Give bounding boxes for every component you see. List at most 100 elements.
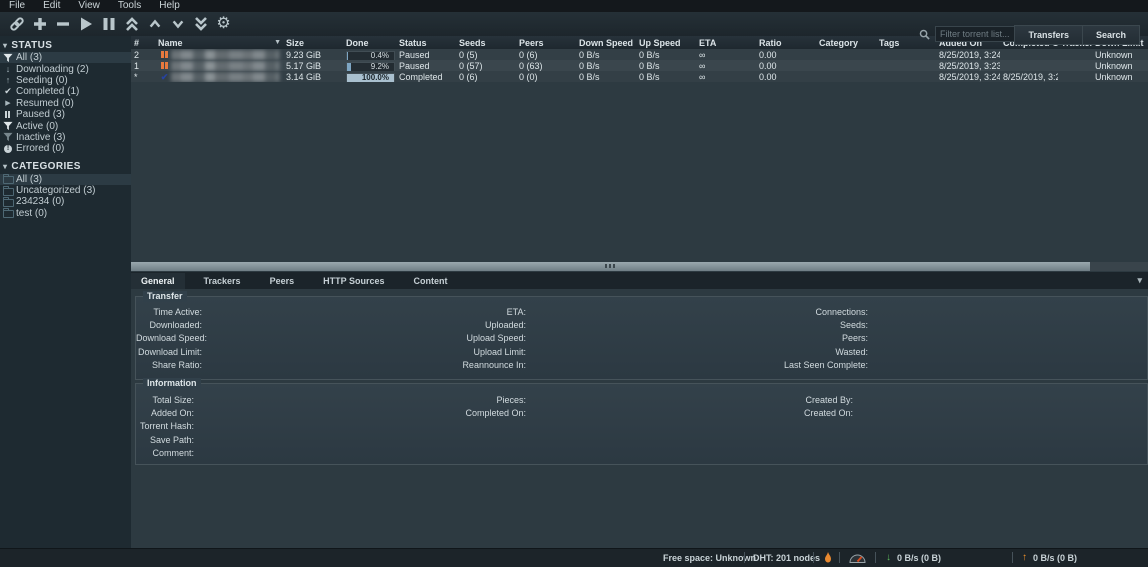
sidebar-item-resumed[interactable]: ▶ Resumed (0) <box>0 98 131 109</box>
col-status[interactable]: Status <box>396 36 456 49</box>
sidebar-item-all-status[interactable]: All (3) <box>0 52 131 63</box>
menu-file[interactable]: File <box>0 0 34 12</box>
delete-torrent-icon[interactable] <box>51 13 74 35</box>
add-torrent-file-icon[interactable] <box>28 13 51 35</box>
collapse-triangle-icon: ▾ <box>3 162 7 171</box>
col-peers[interactable]: Peers <box>516 36 576 49</box>
pause-icon[interactable] <box>97 13 120 35</box>
splitter-grip-icon <box>605 264 617 268</box>
menu-view[interactable]: View <box>69 0 109 12</box>
sidebar-item-active[interactable]: Active (0) <box>0 120 131 131</box>
collapse-triangle-icon: ▾ <box>3 41 7 50</box>
col-size[interactable]: Size <box>283 36 343 49</box>
detail-tab-http-sources[interactable]: HTTP Sources <box>313 273 394 289</box>
paused-state-icon <box>158 62 171 69</box>
folder-icon <box>2 174 14 184</box>
sidebar-item-completed[interactable]: ✔ Completed (1) <box>0 86 131 97</box>
folder-icon <box>2 197 14 207</box>
chevron-down-icon[interactable]: ▾ <box>1137 275 1142 286</box>
progress-bar: 100.0% <box>346 73 395 82</box>
sidebar-category-uncategorized[interactable]: Uncategorized (3) <box>0 185 131 196</box>
transfer-groupbox: Transfer Time Active: Downloaded: Downlo… <box>135 296 1148 380</box>
sidebar-category-234234[interactable]: 234234 (0) <box>0 196 131 207</box>
information-labels-col3: Created By: Created On: <box>721 394 853 420</box>
col-ratio[interactable]: Ratio <box>756 36 816 49</box>
col-name[interactable]: Name▼ <box>155 36 283 49</box>
sidebar-category-all[interactable]: All (3) <box>0 174 131 185</box>
detail-tab-peers[interactable]: Peers <box>260 273 305 289</box>
queue-move-up-icon[interactable] <box>143 13 166 35</box>
folder-icon <box>2 208 14 218</box>
redacted-torrent-name <box>171 61 279 71</box>
sidebar-item-seeding[interactable]: ↑ Seeding (0) <box>0 75 131 86</box>
groupbox-title: Information <box>143 378 201 389</box>
queue-move-bottom-icon[interactable] <box>189 13 212 35</box>
status-section-header[interactable]: ▾ STATUS <box>0 36 131 52</box>
search-icon <box>919 29 930 40</box>
sidebar-item-inactive[interactable]: Inactive (3) <box>0 132 131 143</box>
paused-state-icon <box>158 51 171 58</box>
detail-tab-trackers[interactable]: Trackers <box>194 273 251 289</box>
col-up-speed[interactable]: Up Speed <box>636 36 696 49</box>
pause-icon <box>2 111 14 118</box>
status-bar: Free space: Unknown DHT: 201 nodes ↓ 0 B… <box>0 548 1148 567</box>
queue-move-top-icon[interactable] <box>120 13 143 35</box>
col-down-speed[interactable]: Down Speed <box>576 36 636 49</box>
check-icon: ✔ <box>2 86 14 97</box>
queue-move-down-icon[interactable] <box>166 13 189 35</box>
torrent-name <box>155 49 283 60</box>
status-text: Completed <box>396 71 456 82</box>
connection-status-icon[interactable] <box>824 552 832 565</box>
torrent-row[interactable]: 2 9.23 GiB 0.4% Paused 0 (5) 0 (6) 0 B/s… <box>131 49 1148 60</box>
download-arrow-icon: ↓ <box>886 552 891 563</box>
col-seeds[interactable]: Seeds <box>456 36 516 49</box>
sidebar-item-downloading[interactable]: ↓ Downloading (2) <box>0 63 131 74</box>
menu-help[interactable]: Help <box>150 0 189 12</box>
information-labels-col2: Pieces: Completed On: <box>416 394 526 420</box>
detail-tab-general[interactable]: General <box>131 273 185 289</box>
toolbar: ⚙ Transfers Search <box>0 12 1148 36</box>
options-gear-icon[interactable]: ⚙ <box>212 13 235 35</box>
transfer-labels-col3: Connections: Seeds: Peers: Wasted: Last … <box>736 306 868 372</box>
menu-edit[interactable]: Edit <box>34 0 69 12</box>
speed-limits-gauge-icon[interactable] <box>849 553 866 565</box>
tab-search[interactable]: Search <box>1083 25 1140 45</box>
tab-transfers[interactable]: Transfers <box>1014 25 1083 45</box>
status-text: Paused <box>396 60 456 71</box>
torrent-row[interactable]: * ✔ 3.14 GiB 100.0% Completed 0 (6) 0 (0… <box>131 71 1148 82</box>
col-done[interactable]: Done <box>343 36 396 49</box>
panel-splitter[interactable] <box>131 262 1090 271</box>
col-eta[interactable]: ETA <box>696 36 756 49</box>
sidebar-item-paused[interactable]: Paused (3) <box>0 109 131 120</box>
detail-tab-content[interactable]: Content <box>403 273 457 289</box>
global-down-speed: 0 B/s (0 B) <box>897 553 941 563</box>
progress-bar: 0.4% <box>346 51 395 60</box>
folder-icon <box>2 186 14 196</box>
torrent-row[interactable]: 1 5.17 GiB 9.2% Paused 0 (57) 0 (63) 0 B… <box>131 60 1148 71</box>
groupbox-title: Transfer <box>143 291 187 302</box>
completed-state-icon: ✔ <box>158 72 171 82</box>
download-arrow-icon: ↓ <box>2 64 14 74</box>
col-number[interactable]: # <box>131 36 155 49</box>
information-labels-col1: Total Size: Added On: Torrent Hash: Save… <box>136 394 194 460</box>
torrent-name: ✔ <box>155 71 283 82</box>
funnel-icon <box>2 121 14 131</box>
sidebar-item-errored[interactable]: ! Errored (0) <box>0 143 131 154</box>
sidebar-category-test[interactable]: test (0) <box>0 208 131 219</box>
information-groupbox: Information Total Size: Added On: Torren… <box>135 383 1148 465</box>
free-space-text: Free space: Unknown <box>663 553 756 563</box>
col-category[interactable]: Category <box>816 36 876 49</box>
menu-bar: File Edit View Tools Help <box>0 0 1148 12</box>
upload-arrow-icon: ↑ <box>2 75 14 85</box>
transfer-labels-col2: ETA: Uploaded: Upload Speed: Upload Limi… <box>416 306 526 372</box>
redacted-torrent-name <box>171 50 279 60</box>
categories-section-header[interactable]: ▾ CATEGORIES <box>0 158 131 174</box>
menu-tools[interactable]: Tools <box>109 0 150 12</box>
add-torrent-link-icon[interactable] <box>5 13 28 35</box>
scrollbar-track[interactable] <box>1090 262 1148 271</box>
progress-bar: 9.2% <box>346 62 395 71</box>
detail-tabs: General Trackers Peers HTTP Sources Cont… <box>131 272 1148 289</box>
status-text: Paused <box>396 49 456 60</box>
resume-icon[interactable] <box>74 13 97 35</box>
transfer-labels-col1: Time Active: Downloaded: Download Speed:… <box>136 306 202 372</box>
